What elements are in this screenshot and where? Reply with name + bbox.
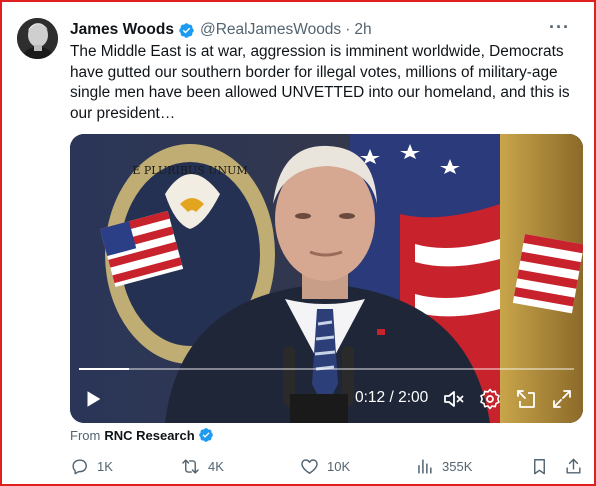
bookmark-icon [534, 459, 545, 475]
view-count: 355K [442, 459, 473, 474]
picture-in-picture-icon[interactable] [514, 387, 538, 411]
reply-icon [72, 459, 87, 475]
like-button[interactable]: 10K [300, 457, 350, 476]
more-horizontal-icon[interactable]: ··· [549, 17, 570, 38]
tweet-timestamp[interactable]: 2h [354, 21, 371, 39]
heart-icon [301, 459, 318, 474]
verified-badge-icon [179, 22, 194, 38]
share-icon [566, 458, 581, 474]
author-avatar[interactable] [17, 18, 58, 59]
tweet-header: James Woods @RealJamesWoods · 2h ··· [70, 17, 574, 41]
svg-text:E PLURIBUS UNUM: E PLURIBUS UNUM [132, 164, 247, 177]
source-prefix: From [70, 427, 101, 443]
verified-badge-icon [198, 428, 213, 442]
video-controls: 0:12 / 2:00 [70, 375, 583, 423]
settings-icon[interactable] [478, 387, 502, 411]
like-count: 10K [327, 459, 351, 474]
video-progress-fill [79, 368, 129, 370]
video-player[interactable]: E PLURIBUS UNUM 0:12 / 2:00 [70, 134, 583, 423]
tweet-actions-bar: 1K 4K 10K 355K [70, 457, 590, 479]
retweet-count: 4K [208, 459, 224, 474]
bookmark-button[interactable] [530, 457, 549, 476]
play-icon[interactable] [82, 388, 104, 410]
author-handle[interactable]: @RealJamesWoods [200, 21, 341, 39]
retweet-button[interactable]: 4K [181, 457, 224, 476]
reply-count: 1K [97, 459, 113, 474]
video-timecode: 0:12 / 2:00 [355, 389, 429, 406]
header-separator: · [345, 21, 351, 38]
mute-icon[interactable] [442, 387, 466, 411]
views-button[interactable]: 355K [415, 457, 472, 476]
retweet-icon [182, 459, 199, 474]
tweet-text: The Middle East is at war, aggression is… [70, 43, 570, 122]
source-name-link[interactable]: RNC Research [104, 428, 194, 443]
video-progress-bar[interactable] [79, 368, 574, 370]
fullscreen-icon[interactable] [550, 387, 574, 411]
author-name[interactable]: James Woods [70, 21, 174, 39]
reply-button[interactable]: 1K [70, 457, 113, 476]
views-chart-icon [418, 459, 432, 474]
share-button[interactable] [564, 457, 583, 476]
video-source: From RNC Research [70, 427, 214, 443]
tweet-card: James Woods @RealJamesWoods · 2h ··· The… [0, 0, 596, 486]
